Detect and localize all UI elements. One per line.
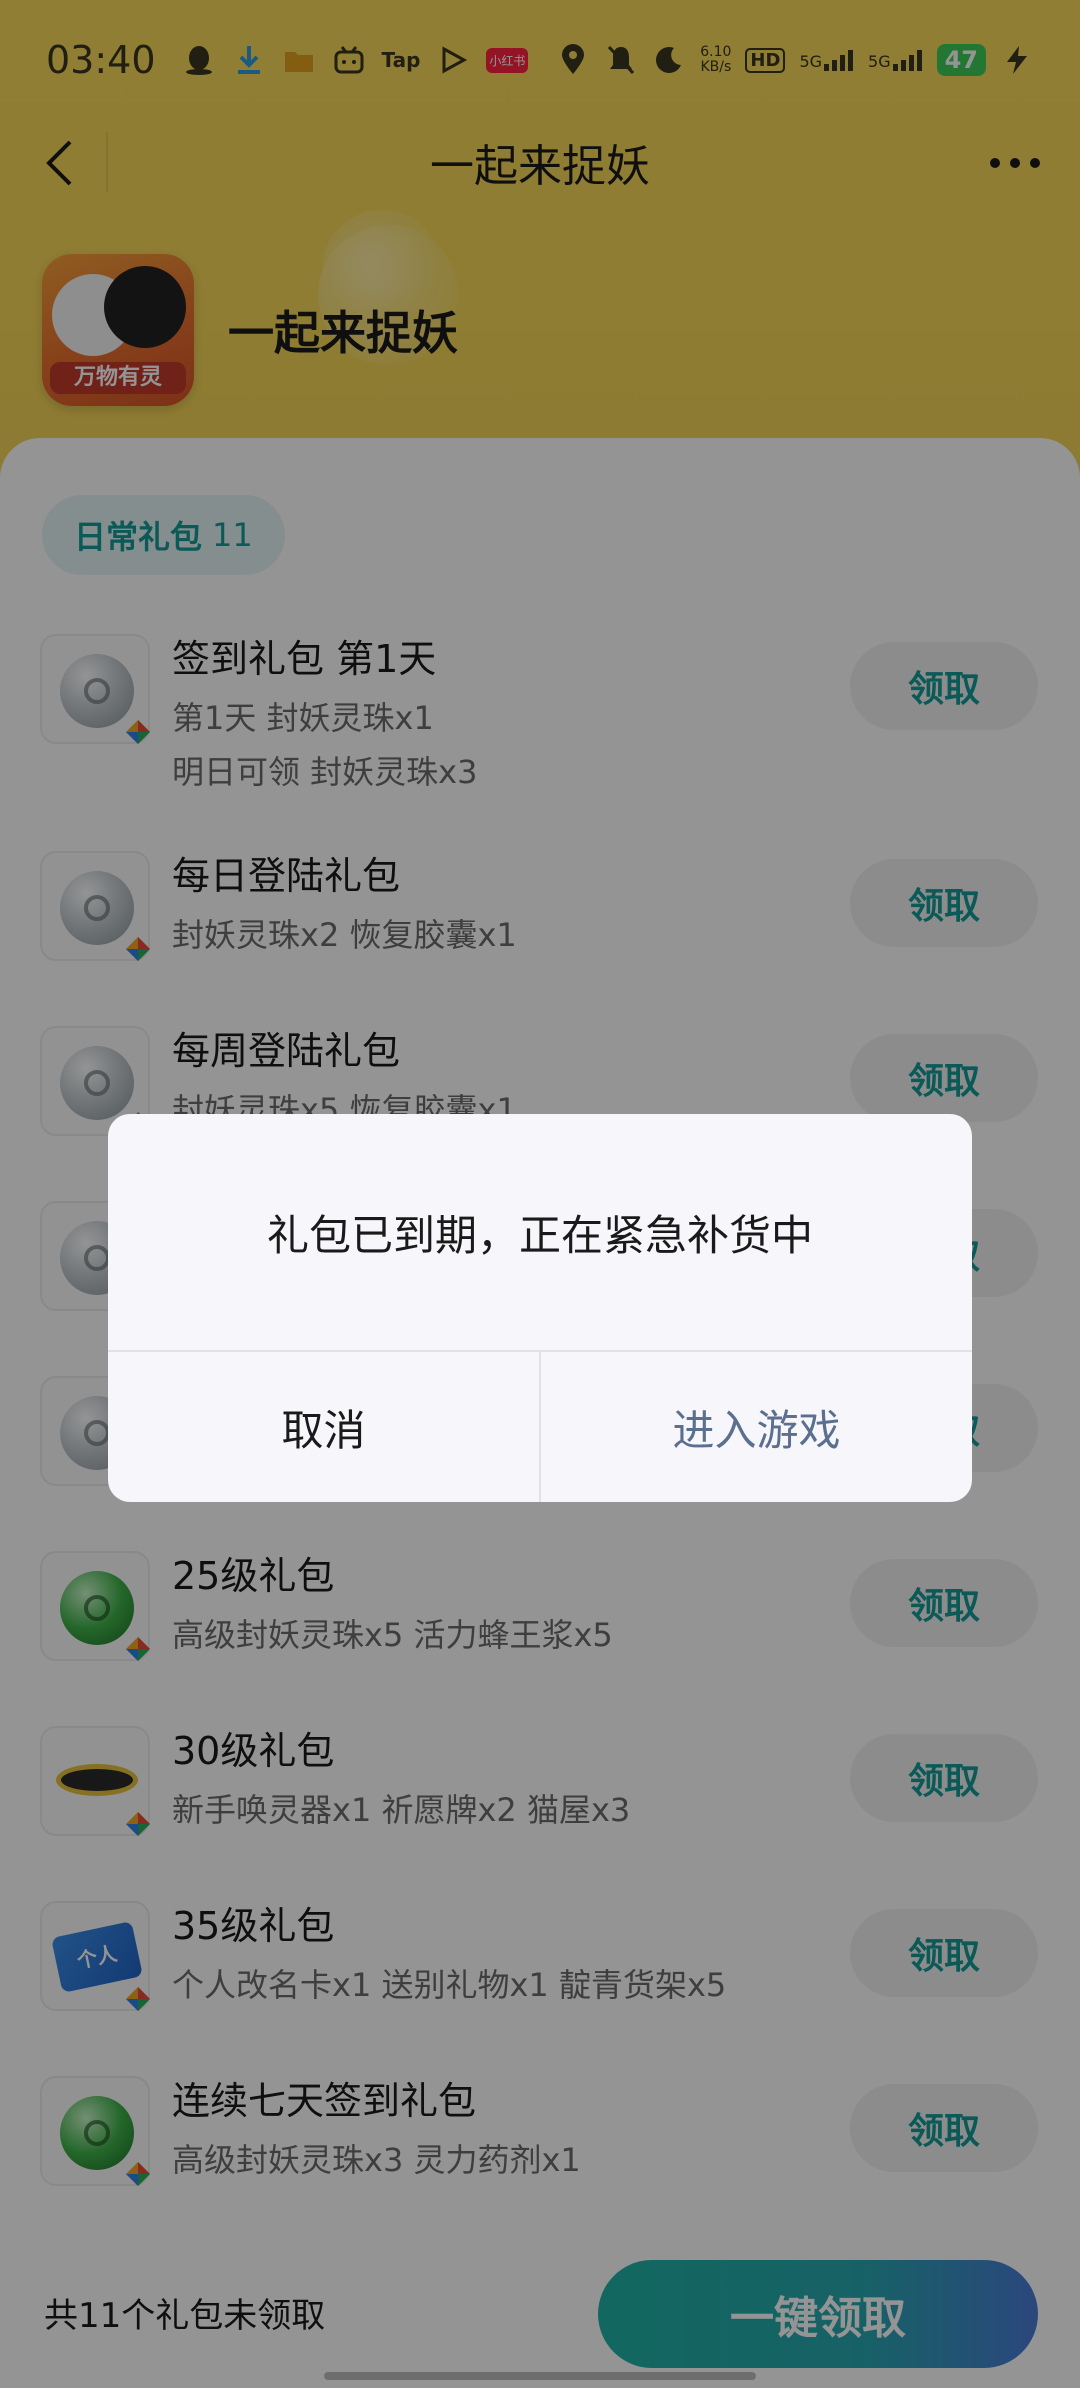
- expired-gift-dialog: 礼包已到期，正在紧急补货中 取消 进入游戏: [108, 1114, 972, 1502]
- enter-game-button[interactable]: 进入游戏: [541, 1352, 972, 1502]
- cancel-button[interactable]: 取消: [108, 1352, 539, 1502]
- dialog-message: 礼包已到期，正在紧急补货中: [266, 1210, 813, 1260]
